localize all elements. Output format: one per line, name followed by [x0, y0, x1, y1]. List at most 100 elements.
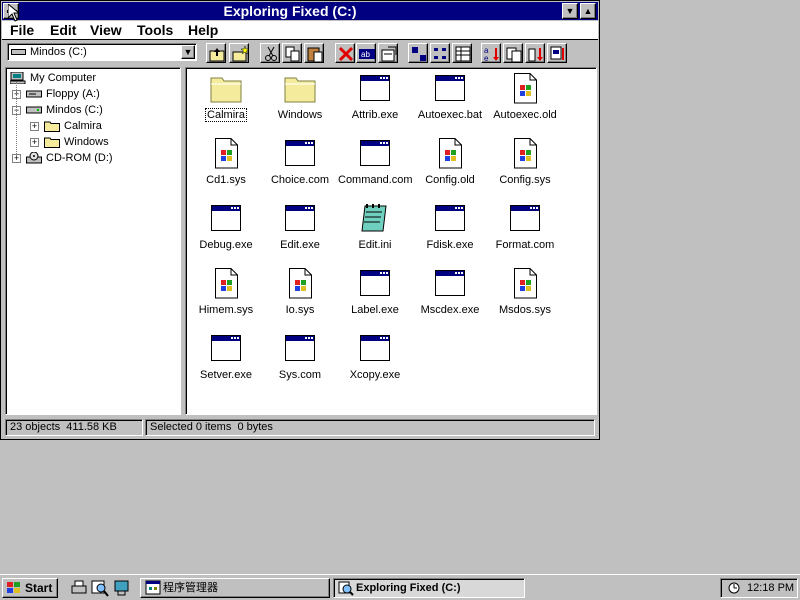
file-item[interactable]: Msdos.sys	[488, 267, 562, 329]
file-label-wrap: Calmira	[189, 108, 263, 122]
file-icon-wrap	[434, 137, 466, 169]
file-item[interactable]: Choice.com	[263, 137, 337, 199]
file-label-wrap: Autoexec.bat	[413, 108, 487, 122]
file-item[interactable]: Sys.com	[263, 332, 337, 394]
large-icons-button[interactable]	[408, 43, 428, 63]
document-windows-icon	[514, 138, 537, 169]
title-bar[interactable]: Exploring Fixed (C:) ▼ ▲	[2, 2, 598, 20]
folder-item[interactable]: Windows	[263, 72, 337, 134]
details-button[interactable]	[452, 43, 472, 63]
file-item[interactable]: Debug.exe	[189, 202, 263, 264]
tree-expander[interactable]: +	[30, 122, 39, 131]
paste-button[interactable]	[304, 43, 324, 63]
up-folder-button[interactable]	[206, 43, 226, 63]
file-item[interactable]: Mscdex.exe	[413, 267, 487, 329]
file-item[interactable]: Cd1.sys	[189, 137, 263, 199]
new-folder-button[interactable]	[229, 43, 249, 63]
status-size: 411.58 KB	[66, 421, 117, 433]
menu-file[interactable]: File	[10, 21, 34, 39]
drive-selector[interactable]: Mindos (C:) ▼	[7, 43, 197, 61]
application-window-icon	[360, 335, 390, 361]
file-item[interactable]: Autoexec.old	[488, 72, 562, 134]
file-item[interactable]: Fdisk.exe	[413, 202, 487, 264]
file-item[interactable]: Config.old	[413, 137, 487, 199]
tree-connector	[16, 82, 17, 156]
file-item[interactable]: Setver.exe	[189, 332, 263, 394]
find-icon[interactable]	[91, 579, 109, 597]
menu-edit[interactable]: Edit	[50, 21, 76, 39]
file-icon-wrap	[509, 202, 541, 234]
file-name: Io.sys	[285, 304, 315, 316]
file-icon-wrap	[509, 137, 541, 169]
file-icon-wrap	[434, 267, 466, 299]
file-list[interactable]: Calmira Windows Attrib.exe Autoexec.bat Auto…	[185, 67, 597, 415]
file-item[interactable]: Himem.sys	[189, 267, 263, 329]
file-item[interactable]: Edit.ini	[338, 202, 412, 264]
new-folder-icon	[232, 45, 249, 62]
minimize-button[interactable]: ▼	[562, 3, 578, 19]
speaker-icon[interactable]	[727, 581, 741, 595]
file-item[interactable]: Edit.exe	[263, 202, 337, 264]
file-name: Xcopy.exe	[349, 369, 401, 381]
file-icon-wrap	[509, 267, 541, 299]
file-item[interactable]: Io.sys	[263, 267, 337, 329]
clock[interactable]: 12:18 PM	[747, 579, 794, 597]
tree-item-label: Calmira	[64, 120, 102, 132]
menu-help[interactable]: Help	[188, 21, 218, 39]
taskbar-button-label: Exploring Fixed (C:)	[356, 582, 461, 594]
file-name: Attrib.exe	[351, 109, 399, 121]
document-windows-icon	[514, 73, 537, 104]
file-item[interactable]: Attrib.exe	[338, 72, 412, 134]
file-label-wrap: Sys.com	[263, 368, 337, 382]
file-item[interactable]: Label.exe	[338, 267, 412, 329]
menu-tools[interactable]: Tools	[137, 21, 173, 39]
delete-button[interactable]	[335, 43, 355, 63]
tree-expander[interactable]: +	[30, 138, 39, 147]
file-label-wrap: Fdisk.exe	[413, 238, 487, 252]
taskbar-button[interactable]: Exploring Fixed (C:)	[333, 578, 525, 598]
file-name: Config.old	[425, 174, 475, 186]
application-window-icon	[211, 335, 241, 361]
printer-icon[interactable]	[70, 579, 88, 597]
file-label-wrap: Edit.exe	[263, 238, 337, 252]
sort-type-button[interactable]	[503, 43, 523, 63]
start-button[interactable]: Start	[2, 578, 58, 598]
file-item[interactable]: Config.sys	[488, 137, 562, 199]
maximize-button[interactable]: ▲	[580, 3, 596, 19]
copy-button[interactable]	[282, 43, 302, 63]
file-item[interactable]: Format.com	[488, 202, 562, 264]
small-icons-button[interactable]	[430, 43, 450, 63]
file-name: Himem.sys	[198, 304, 254, 316]
tree-item-label: Floppy (A:)	[46, 88, 100, 100]
status-selected: Selected 0 items	[150, 421, 232, 433]
sort-size-button[interactable]	[525, 43, 545, 63]
rename-button[interactable]: ab	[356, 43, 376, 63]
delete-icon	[338, 46, 354, 62]
file-item[interactable]: Command.com	[338, 137, 413, 199]
file-item[interactable]: Autoexec.bat	[413, 72, 487, 134]
file-icon-wrap	[434, 202, 466, 234]
sort-date-button[interactable]	[547, 43, 567, 63]
cut-button[interactable]	[260, 43, 280, 63]
file-label-wrap: Autoexec.old	[488, 108, 562, 122]
file-label-wrap: Himem.sys	[189, 303, 263, 317]
folder-item[interactable]: Calmira	[189, 72, 263, 134]
file-item[interactable]: Xcopy.exe	[338, 332, 412, 394]
file-icon-wrap	[359, 137, 391, 169]
network-icon[interactable]	[112, 579, 130, 597]
sort-size-icon	[528, 48, 543, 62]
application-window-icon	[360, 140, 390, 166]
menu-view[interactable]: View	[90, 21, 122, 39]
file-label-wrap: Xcopy.exe	[338, 368, 412, 382]
document-windows-icon	[514, 268, 537, 299]
properties-button[interactable]	[378, 43, 398, 63]
explorer-icon	[338, 581, 354, 596]
sort-name-button[interactable]: ae	[481, 43, 501, 63]
taskbar-button[interactable]: 程序管理器	[140, 578, 330, 598]
up-folder-icon	[209, 48, 225, 62]
computer-icon	[10, 72, 26, 84]
application-window-icon	[285, 140, 315, 166]
file-icon-wrap	[210, 202, 242, 234]
chevron-down-icon[interactable]: ▼	[181, 45, 195, 59]
folder-tree[interactable]: My Computer + Floppy (A:) − Mindos (C:) + Calm…	[5, 67, 181, 415]
